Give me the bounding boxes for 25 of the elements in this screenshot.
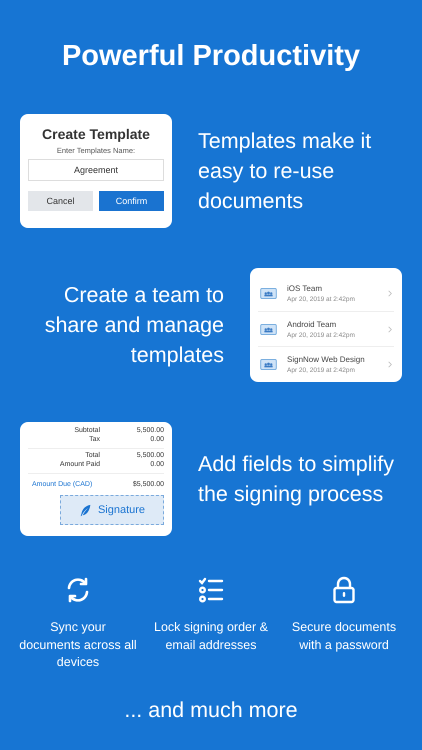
chevron-icon	[388, 361, 392, 368]
team-name: SignNow Web Design	[287, 355, 366, 364]
confirm-button[interactable]: Confirm	[99, 191, 164, 211]
team-folder-icon	[260, 359, 277, 370]
input-field[interactable]: Agreement	[28, 159, 164, 181]
feature-caption: Create a team to share and manage templates	[44, 282, 224, 369]
feature-caption: Add fields to simplify the signing process	[198, 451, 395, 508]
checklist-icon	[197, 576, 225, 604]
team-name: Android Team	[287, 320, 338, 328]
dialog-title: Create Template	[41, 126, 151, 142]
chevron-icon	[388, 290, 392, 297]
team-folder-icon	[260, 324, 277, 334]
signature-field[interactable]: Signature	[60, 495, 164, 525]
feature-text: Sync your documents across all devices	[19, 619, 137, 671]
footer-text: ... and much more	[123, 698, 299, 722]
feather-icon	[78, 504, 92, 516]
chevron-icon	[388, 326, 392, 332]
cancel-button[interactable]: Cancel	[28, 191, 93, 211]
feature-text: Lock signing order & email addresses	[153, 619, 269, 654]
feature-caption: Templates make it easy to re-use documents	[198, 128, 372, 215]
signature-label: Signature	[98, 504, 146, 516]
page-title: Powerful Productivity	[60, 40, 362, 73]
feature-text: Secure documents with a password	[290, 619, 398, 654]
team-name: iOS Team	[287, 284, 323, 293]
team-folder-icon	[260, 288, 277, 299]
